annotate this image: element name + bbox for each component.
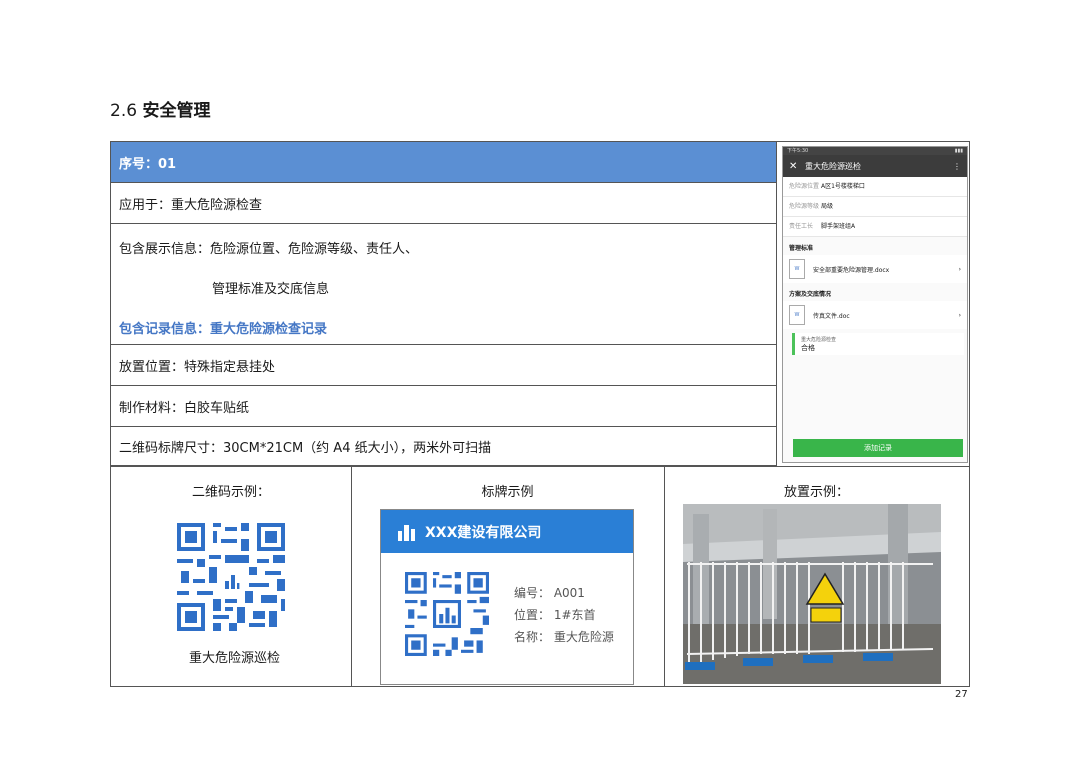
phone-title-bar: ✕ 重大危险源巡检 ⋮ [783,155,967,177]
sign-header: XXX建设有限公司 [381,510,633,553]
phone-title: 重大危险源巡检 [805,161,861,171]
placement-example-title: 放置示例： [783,485,849,500]
size-row: 二维码标牌尺寸：30CM*21CM（约 A4 纸大小），两米外可扫描 [111,427,777,466]
apply-row: 应用于：重大危险源检查 [111,183,777,224]
sign-info: 编号： A001 位置： 1#东首 名称： 重大危险源 [514,582,614,648]
section-number: 2.6 [110,101,138,121]
chevron-right-icon: › [958,265,961,273]
company-name: XXX建设有限公司 [425,524,542,541]
sign-hazard-name: 名称： 重大危险源 [514,630,614,644]
divider [111,466,969,467]
file-item[interactable]: W 传真文件.doc › [783,301,967,329]
place-row: 放置位置：特殊指定悬挂处 [111,345,777,386]
field-level: 危险源等级 局级 [783,197,967,217]
check-record[interactable]: 重大危险源检查 合格 [792,333,964,355]
status-time: 下午5:30 [787,148,809,154]
field-key: 危险源位置 [789,183,820,190]
phone-status-bar: 下午5:30 ▮▮▮ [783,147,967,155]
section-title: 安全管理 [142,101,211,121]
more-icon[interactable]: ⋮ [953,162,961,171]
sign-code: 编号： A001 [514,586,585,600]
phone-screenshot: 下午5:30 ▮▮▮ ✕ 重大危险源巡检 ⋮ 危险源位置 A区1号楼楼梯口 危险… [782,146,968,463]
record-line: 包含记录信息：重大危险源检查记录 [119,322,328,337]
field-value: A区1号楼楼梯口 [821,183,865,190]
file-item[interactable]: W 安全部重要危险源管理.docx › [783,255,967,283]
seq-row: 序号：01 [111,142,777,183]
material-row: 制作材料：白胶车贴纸 [111,386,777,427]
info-row: 包含展示信息：危险源位置、危险源等级、责任人、 管理标准及交底信息 包含记录信息… [111,224,777,345]
field-value: 脚手架班组A [821,223,856,230]
field-key: 责任工长 [789,223,814,230]
document-icon: W [789,259,805,279]
info-line-1: 包含展示信息：危险源位置、危险源等级、责任人、 [119,242,419,257]
chevron-right-icon: › [958,311,961,319]
file-name: 安全部重要危险源管理.docx [813,266,890,274]
signal-icon: ▮▮▮ [954,148,963,154]
field-owner: 责任工长 脚手架班组A [783,217,967,237]
field-value: 局级 [821,203,834,210]
sign-example: XXX建设有限公司 编号： A001 位置： 1#东首 名称： 重大危险源 [380,509,634,685]
info-table: 序号：01 应用于：重大危险源检查 包含展示信息：危险源位置、危险源等级、责任人… [110,141,970,687]
company-logo-icon [398,524,415,541]
field-key: 危险源等级 [789,203,820,210]
divider [776,142,777,466]
add-record-button[interactable]: 添加记录 [793,439,963,457]
sign-location: 位置： 1#东首 [514,608,596,622]
section-standards: 管理标准 [789,245,814,252]
document-icon: W [789,305,805,325]
qr-example-title: 二维码示例： [191,485,270,500]
page-number: 27 [955,689,968,700]
close-icon[interactable]: ✕ [789,161,805,172]
section-disclosure: 方案及交底情况 [789,291,832,298]
check-label: 重大危险源检查 [801,337,837,343]
field-location: 危险源位置 A区1号楼楼梯口 [783,177,967,197]
qr-code-icon [177,523,285,631]
qr-code-icon [405,572,489,656]
check-value: 合格 [801,344,815,352]
qr-caption: 重大危险源巡检 [189,651,281,666]
sign-example-title: 标牌示例 [481,485,534,500]
info-line-2: 管理标准及交底信息 [212,282,330,297]
file-name: 传真文件.doc [813,312,850,320]
section-heading: 2.6 安全管理 [110,96,210,121]
placement-photo [683,504,941,684]
